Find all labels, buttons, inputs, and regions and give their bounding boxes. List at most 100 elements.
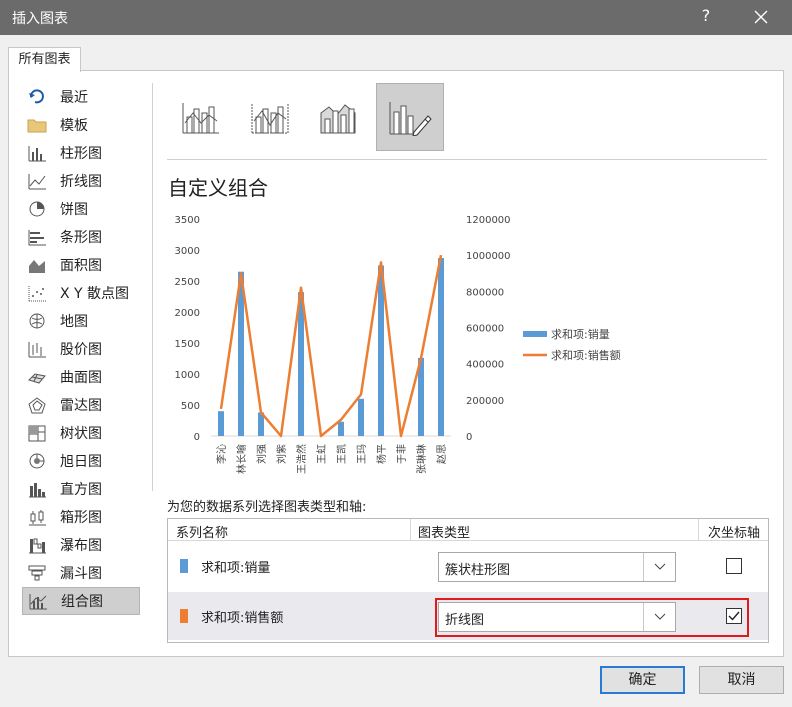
custom-combo-pencil-icon: [389, 102, 432, 136]
help-button[interactable]: ?: [696, 6, 716, 25]
x-tick-label: 杨平: [375, 444, 388, 464]
sidebar-item-label: 折线图: [60, 174, 102, 190]
close-icon: [754, 10, 768, 24]
sidebar-item-label: 漏斗图: [60, 566, 102, 582]
ok-button[interactable]: 确定: [600, 666, 685, 694]
sidebar-item-label: 箱形图: [60, 510, 102, 526]
y2-tick-label: 400000: [466, 360, 504, 371]
histogram-chart-icon: [26, 480, 48, 498]
sidebar-item-scatter-chart[interactable]: X Y 散点图: [22, 279, 140, 307]
legend-label: 求和项:销售额: [551, 348, 621, 362]
x-tick-label: 王浩然: [295, 444, 308, 474]
sidebar-item-column-chart[interactable]: 柱形图: [22, 139, 140, 167]
x-tick-label: 林长喻: [235, 444, 248, 474]
cancel-button[interactable]: 取消: [699, 666, 784, 694]
series-row-1: 求和项:销量 簇状柱形图: [168, 542, 768, 590]
sidebar-item-label: 树状图: [60, 426, 102, 442]
line-chart-icon: [26, 172, 48, 190]
divider: [152, 83, 153, 491]
area-chart-icon: [26, 256, 48, 274]
header-series-name: 系列名称: [176, 526, 229, 541]
y2-tick-label: 1000000: [466, 251, 511, 262]
sidebar-item-radar-chart[interactable]: 雷达图: [22, 391, 140, 419]
sidebar-item-line-chart[interactable]: 折线图: [22, 167, 140, 195]
header-chart-type: 图表类型: [418, 526, 471, 541]
radar-chart-icon: [26, 396, 48, 414]
y-tick-label: 2500: [175, 277, 200, 288]
waterfall-chart-icon: [26, 536, 48, 554]
subtype-clustered-column-line-secondary[interactable]: [236, 83, 304, 151]
sidebar-item-label: 条形图: [60, 230, 102, 246]
folder-icon: [26, 116, 48, 134]
x-tick-label: 王玛: [356, 444, 368, 464]
sidebar-item-label: 最近: [60, 90, 88, 106]
x-tick-label: 张琳琳: [416, 444, 428, 474]
y2-tick-label: 200000: [466, 396, 504, 407]
sidebar-item-label: 组合图: [61, 594, 103, 610]
sidebar-item-label: 模板: [60, 118, 88, 134]
series-color-swatch: [180, 559, 188, 573]
bar-chart-icon: [26, 228, 48, 246]
legend-label: 求和项:销量: [551, 327, 610, 341]
header-secondary-axis: 次坐标轴: [708, 526, 761, 541]
sidebar-item-surface-chart[interactable]: 曲面图: [22, 363, 140, 391]
x-tick-label: 王凯: [335, 444, 348, 464]
series-color-swatch: [180, 609, 188, 623]
x-tick-label: 王虹: [316, 444, 328, 464]
x-tick-label: 刘强: [256, 444, 268, 464]
x-tick-label: 于菲: [396, 444, 408, 464]
series-table: 系列名称 图表类型 次坐标轴 求和项:销量 簇状柱形图 求和项:销售额 折线图: [167, 518, 769, 643]
sidebar-item-combo-chart[interactable]: 组合图: [22, 587, 140, 615]
sidebar-item-label: 直方图: [60, 482, 102, 498]
subtype-custom-combination[interactable]: [376, 83, 444, 151]
sidebar-item-box-whisker-chart[interactable]: 箱形图: [22, 503, 140, 531]
sidebar-item-label: 旭日图: [60, 454, 102, 470]
tab-all-charts[interactable]: 所有图表: [8, 47, 81, 72]
chart-preview: 3500 3000 2500 2000 1500 1000 500 0 1200000 10000…: [167, 205, 637, 490]
map-chart-icon: [26, 312, 48, 330]
chart-bar: [218, 411, 224, 436]
series-name: 求和项:销售额: [201, 611, 284, 626]
funnel-chart-icon: [26, 564, 48, 582]
y2-tick-label: 600000: [466, 324, 504, 335]
scatter-chart-icon: [26, 284, 48, 302]
series-row-2: 求和项:销售额 折线图: [168, 592, 768, 640]
stock-chart-icon: [26, 340, 48, 358]
sidebar-item-funnel-chart[interactable]: 漏斗图: [22, 559, 140, 587]
series-name: 求和项:销量: [201, 561, 271, 576]
sidebar-item-label: X Y 散点图: [60, 286, 130, 302]
subtype-clustered-column-line[interactable]: [167, 83, 235, 151]
sidebar-item-pie-chart[interactable]: 饼图: [22, 195, 140, 223]
sidebar-item-waterfall-chart[interactable]: 瀑布图: [22, 531, 140, 559]
sidebar-item-recent[interactable]: 最近: [22, 83, 140, 111]
chart-type-dropdown[interactable]: 簇状柱形图: [438, 552, 676, 582]
highlight-box: [435, 598, 749, 637]
clustered-column-line-secondary-icon: [251, 103, 289, 134]
chart-bar: [298, 292, 304, 436]
section-title: 自定义组合: [168, 176, 268, 200]
treemap-chart-icon: [26, 424, 48, 442]
sidebar-item-label: 面积图: [60, 258, 102, 274]
sidebar-item-label: 曲面图: [60, 370, 102, 386]
dropdown-button[interactable]: [643, 553, 675, 581]
column-chart-icon: [26, 144, 48, 162]
combo-chart-icon: [27, 592, 49, 610]
stacked-area-column-icon: [320, 104, 356, 134]
y-tick-label: 1500: [175, 339, 200, 350]
sidebar-item-stock-chart[interactable]: 股价图: [22, 335, 140, 363]
secondary-axis-checkbox[interactable]: [726, 558, 742, 574]
sidebar-item-histogram-chart[interactable]: 直方图: [22, 475, 140, 503]
chart-category-list: 最近模板柱形图折线图饼图条形图面积图 X Y 散点图地图 股价图曲面图雷达图树状图旭…: [22, 83, 140, 615]
subtype-stacked-area-column[interactable]: [305, 83, 373, 151]
series-caption: 为您的数据系列选择图表类型和轴:: [167, 500, 367, 515]
close-button[interactable]: [746, 4, 776, 30]
sidebar-item-folder[interactable]: 模板: [22, 111, 140, 139]
box-whisker-chart-icon: [26, 508, 48, 526]
sidebar-item-treemap-chart[interactable]: 树状图: [22, 419, 140, 447]
legend-swatch-bars: [523, 331, 547, 337]
y-tick-label: 3500: [175, 215, 200, 226]
sidebar-item-map-chart[interactable]: 地图: [22, 307, 140, 335]
sidebar-item-bar-chart[interactable]: 条形图: [22, 223, 140, 251]
sidebar-item-area-chart[interactable]: 面积图: [22, 251, 140, 279]
sidebar-item-sunburst-chart[interactable]: 旭日图: [22, 447, 140, 475]
